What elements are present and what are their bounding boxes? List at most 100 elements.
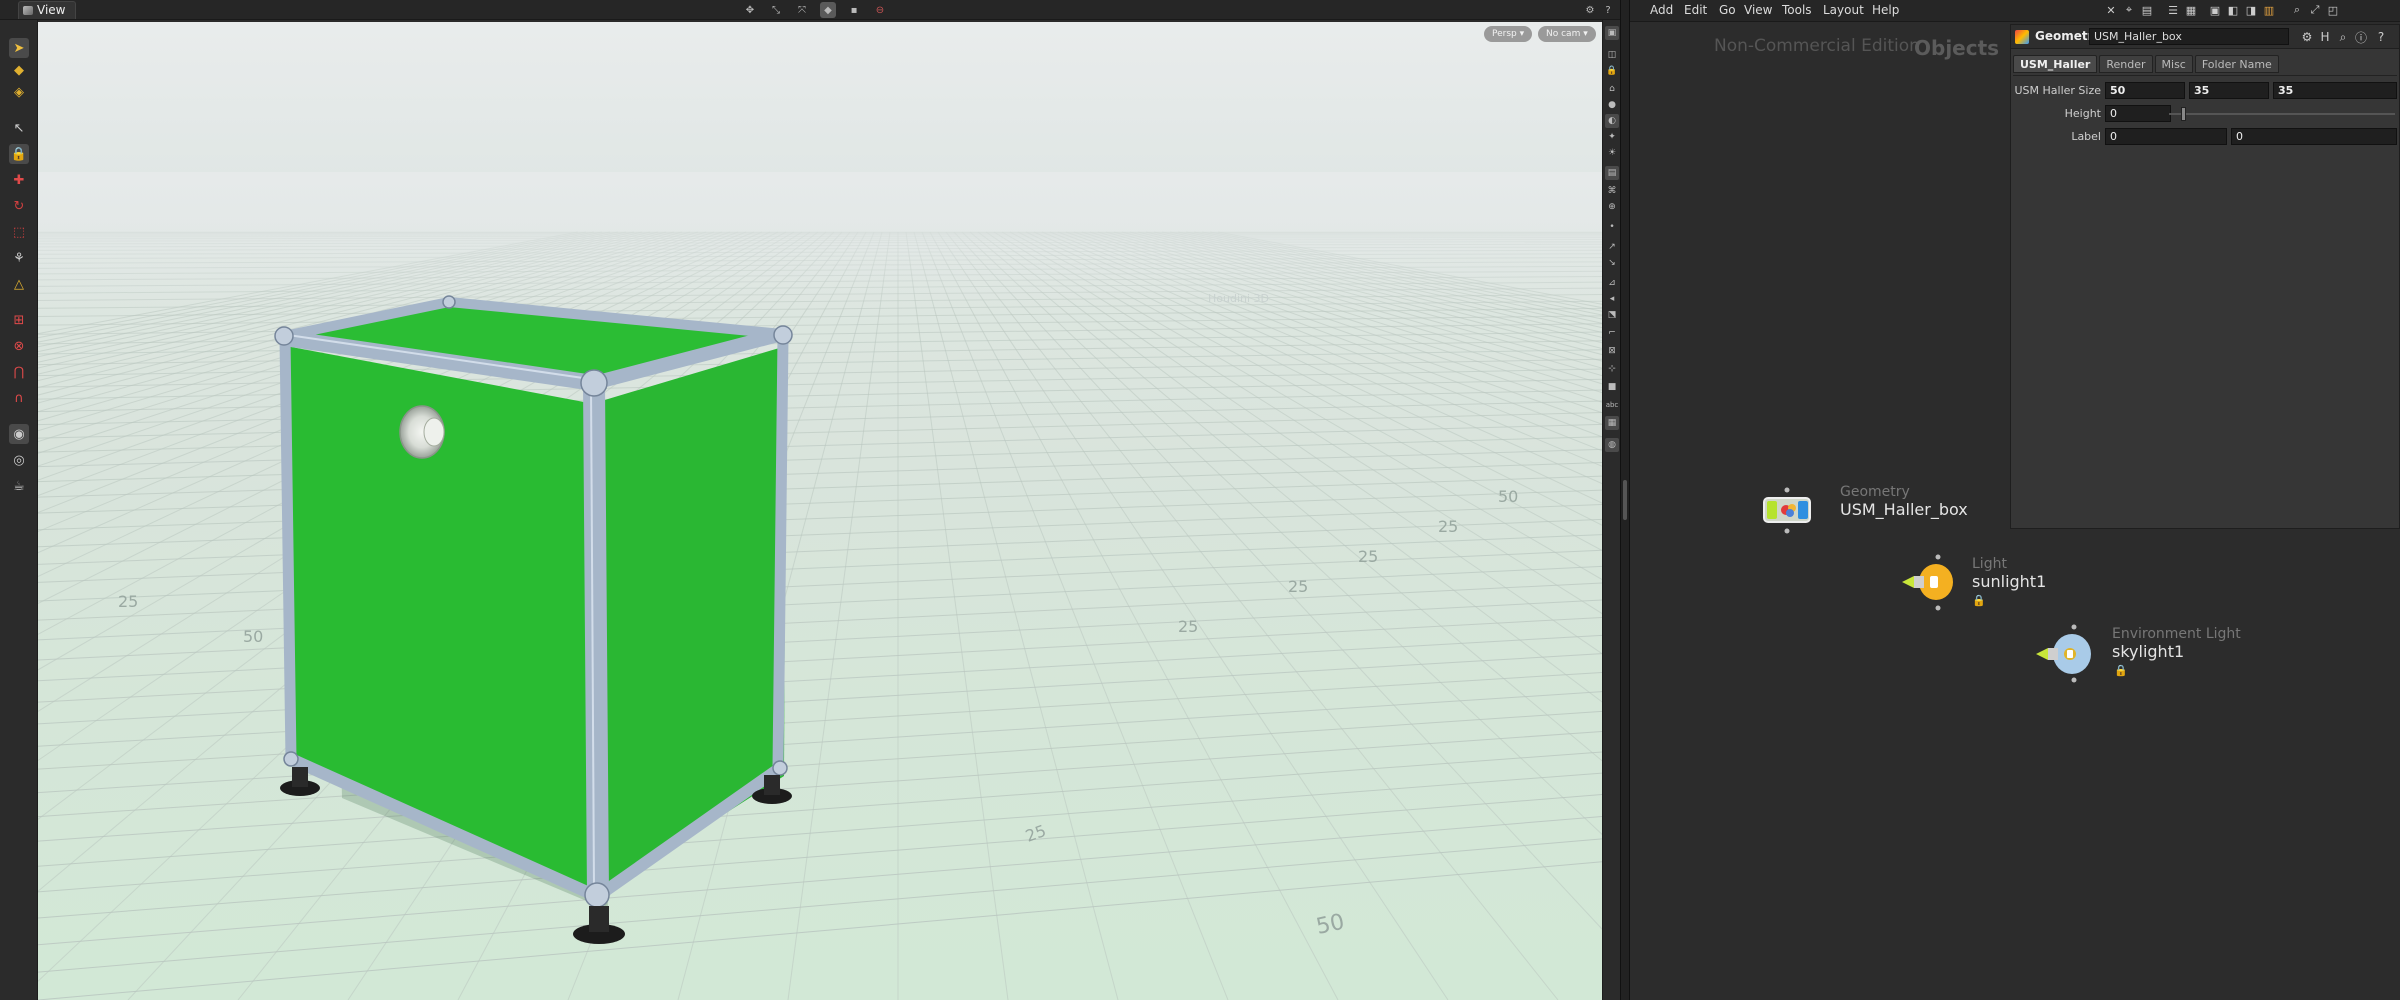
shading-icon[interactable]: ◐: [1605, 114, 1619, 128]
uv-display-icon[interactable]: ⊿: [1605, 276, 1619, 290]
tab-view[interactable]: View: [18, 1, 77, 19]
snap-icon[interactable]: ✥: [742, 2, 758, 18]
camera-view-icon[interactable]: ▦: [1605, 416, 1619, 430]
magnet-icon[interactable]: ⋂: [9, 362, 29, 382]
camera-menu[interactable]: No cam ▾: [1538, 26, 1596, 42]
render-view-icon[interactable]: ◍: [1605, 438, 1619, 452]
box-side-panel: [598, 346, 786, 892]
tab-folder-name[interactable]: Folder Name: [2194, 55, 2279, 73]
tab-usm-haller[interactable]: USM_Haller: [2013, 55, 2098, 73]
speaker-icon[interactable]: ◂: [1605, 292, 1619, 306]
label-field-2[interactable]: 0: [2231, 128, 2397, 145]
label-field-1[interactable]: 0: [2105, 128, 2227, 145]
guide-icon[interactable]: ⊕: [1605, 200, 1619, 214]
sunlight-node[interactable]: Light sunlight1 🔒: [1900, 552, 2060, 612]
scale-icon[interactable]: ⬚: [9, 222, 29, 242]
wrench-icon[interactable]: ✕: [2104, 3, 2118, 17]
float-icon[interactable]: ◰: [2326, 3, 2340, 17]
grid-view-icon[interactable]: ▦: [2184, 3, 2198, 17]
search-icon[interactable]: ⌕: [2290, 3, 2304, 17]
menu-edit[interactable]: Edit: [1684, 3, 1707, 17]
display-icon[interactable]: ▣: [1605, 26, 1619, 40]
template-icon[interactable]: ■: [1605, 380, 1619, 394]
normal-display-icon[interactable]: ↗: [1605, 240, 1619, 254]
menu-add[interactable]: Add: [1650, 3, 1673, 17]
gear-icon[interactable]: ⚙: [2299, 29, 2315, 45]
headlight-icon[interactable]: ☀: [1605, 146, 1619, 160]
light-icon[interactable]: ✦: [1605, 130, 1619, 144]
node-name-field[interactable]: [2089, 28, 2289, 45]
select-geometry-icon[interactable]: ◈: [9, 82, 29, 102]
usm-haller-box[interactable]: [274, 295, 793, 944]
pick-icon[interactable]: ↖: [9, 118, 29, 138]
3d-viewport[interactable]: 25 50 25 25 25 50 25 25 25 25 50 Houdini…: [38, 22, 1602, 1000]
edit-icon[interactable]: ⊗: [9, 336, 29, 356]
parameter-tab-body: USM Haller Size 50 35 35 Height 0 Label …: [2013, 75, 2397, 527]
parameter-edit-icon[interactable]: H: [2317, 29, 2333, 45]
skylight-node[interactable]: Environment Light skylight1 🔒: [2034, 622, 2241, 684]
layout-icon-2[interactable]: ◧: [2226, 3, 2240, 17]
wireframe-icon[interactable]: ◫: [1605, 48, 1619, 62]
render-region-icon[interactable]: ☕: [9, 476, 29, 496]
menu-help[interactable]: Help: [1872, 3, 1899, 17]
bounding-box-icon[interactable]: ⌐: [1605, 326, 1619, 340]
ghost-icon[interactable]: ⌘: [1605, 184, 1619, 198]
menu-view[interactable]: View: [1744, 3, 1772, 17]
snap-off-icon[interactable]: ⊖: [872, 2, 888, 18]
persp-menu[interactable]: Persp ▾: [1484, 26, 1533, 42]
height-slider[interactable]: [2169, 107, 2395, 121]
point-display-icon[interactable]: •: [1605, 220, 1619, 234]
tab-misc[interactable]: Misc: [2154, 55, 2193, 73]
pivot-icon[interactable]: ⊹: [1605, 362, 1619, 376]
snap-point-icon[interactable]: ◆: [820, 2, 836, 18]
pane-splitter[interactable]: [1620, 0, 1630, 1000]
move-icon[interactable]: ✚: [9, 170, 29, 190]
snap-prim-icon[interactable]: ⤧: [794, 2, 810, 18]
lock-view-icon[interactable]: 🔒: [1605, 64, 1619, 78]
layout-icon-1[interactable]: ▣: [2208, 3, 2222, 17]
search-params-icon[interactable]: ⌕: [2335, 29, 2351, 45]
frame-icon[interactable]: ⊠: [1605, 344, 1619, 358]
size-z-field[interactable]: 35: [2273, 82, 2397, 99]
pose-icon[interactable]: ⚘: [9, 248, 29, 268]
sphere-icon[interactable]: ●: [1605, 98, 1619, 112]
grid-label: 25: [1178, 617, 1198, 636]
palette-icon[interactable]: ▥: [2262, 3, 2276, 17]
text-display-icon[interactable]: abc: [1605, 398, 1619, 412]
select-objects-icon[interactable]: ◆: [9, 60, 29, 80]
info-icon[interactable]: ⓘ: [2353, 29, 2369, 45]
geometry-node[interactable]: Geometry USM_Haller_box: [1760, 484, 1980, 534]
menu-layout[interactable]: Layout: [1823, 3, 1864, 17]
height-slider-handle[interactable]: [2181, 107, 2186, 121]
help-icon[interactable]: ?: [1600, 2, 1616, 18]
snap-grid-icon[interactable]: ⤡: [768, 2, 784, 18]
menu-go[interactable]: Go: [1719, 3, 1736, 17]
pin-icon[interactable]: ⌖: [2122, 3, 2136, 17]
help-params-icon[interactable]: ?: [2373, 29, 2389, 45]
view-tool-icon[interactable]: ◉: [9, 424, 29, 444]
door-knob[interactable]: [399, 405, 445, 459]
camera-tool-icon[interactable]: ◎: [9, 450, 29, 470]
snap-multi-icon[interactable]: ▪: [846, 2, 862, 18]
vector-display-icon[interactable]: ↘: [1605, 256, 1619, 270]
size-x-field[interactable]: 50: [2105, 82, 2185, 99]
splitter-handle[interactable]: [1623, 480, 1627, 520]
maximize-icon[interactable]: ⤢: [2308, 3, 2322, 17]
size-y-field[interactable]: 35: [2189, 82, 2269, 99]
rotate-icon[interactable]: ↻: [9, 196, 29, 216]
transform-icon[interactable]: ⊞: [9, 310, 29, 330]
viewer-options-icon[interactable]: ⚙: [1582, 2, 1598, 18]
geo-info-icon[interactable]: ⬔: [1605, 308, 1619, 322]
background-icon[interactable]: ▤: [1605, 166, 1619, 180]
select-icon[interactable]: ➤: [9, 38, 29, 58]
home-icon[interactable]: ⌂: [1605, 82, 1619, 96]
list-view-icon[interactable]: ☰: [2166, 3, 2180, 17]
notes-icon[interactable]: ▤: [2140, 3, 2154, 17]
handle-icon[interactable]: △: [9, 274, 29, 294]
lock-selection-icon[interactable]: 🔒: [9, 144, 29, 164]
menu-tools[interactable]: Tools: [1782, 3, 1812, 17]
attract-icon[interactable]: ∩: [9, 388, 29, 408]
height-field[interactable]: 0: [2105, 105, 2171, 122]
layout-icon-3[interactable]: ◨: [2244, 3, 2258, 17]
tab-render[interactable]: Render: [2099, 55, 2153, 73]
